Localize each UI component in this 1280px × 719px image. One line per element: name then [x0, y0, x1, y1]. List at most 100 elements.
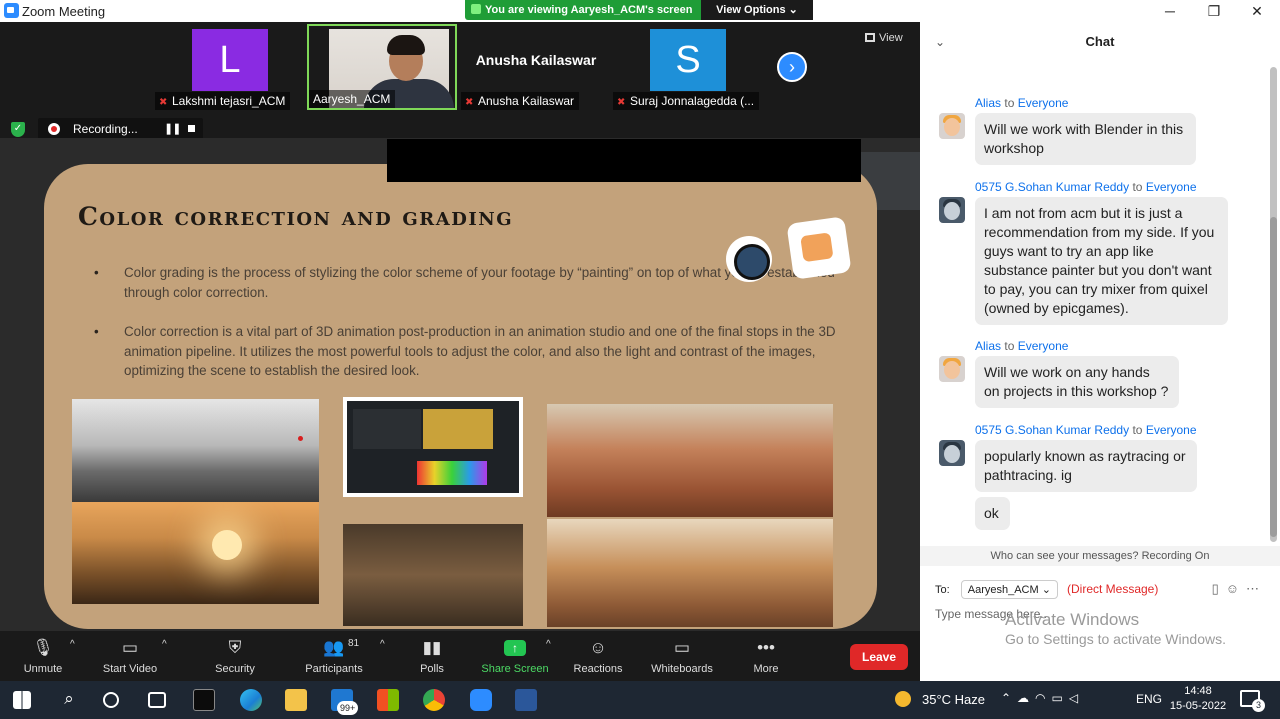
notification-icon[interactable]: 3 — [1240, 690, 1265, 712]
more-icon[interactable]: ⋯ — [1246, 581, 1266, 596]
direct-message-label: (Direct Message) — [1067, 582, 1159, 596]
recipient-row: To: Aaryesh_ACM ⌄ (Direct Message) — [935, 580, 1158, 599]
recording-indicator: Recording... ❚❚ — [38, 118, 203, 140]
message-bubble: ok — [975, 497, 1010, 530]
word-icon[interactable] — [515, 689, 537, 711]
chevron-down-icon[interactable]: ⌄ — [935, 22, 945, 62]
share-icon — [471, 4, 481, 14]
chevron-up-icon[interactable]: ^ — [380, 639, 385, 650]
windows-taskbar: ⌕ 99+ 35°C Haze ⌃☁◠▭◁ ENG 14:48 15-05-20… — [0, 681, 1280, 719]
video-off-icon: ▭ — [121, 638, 139, 657]
store-icon[interactable] — [377, 689, 399, 711]
slide-title: Color correction and grading — [78, 202, 514, 231]
avatar: S — [650, 29, 726, 91]
maximize-button[interactable]: ❐ — [1200, 2, 1228, 20]
emoji-icon[interactable]: ☺ — [1226, 581, 1246, 596]
grid-view-icon — [865, 33, 875, 42]
window-title: Zoom Meeting — [22, 4, 106, 19]
viewing-screen-banner: You are viewing Aaryesh_ACM's screen Vie… — [465, 0, 813, 20]
chat-scrollbar[interactable] — [1270, 67, 1277, 542]
stop-recording-button[interactable] — [188, 125, 195, 132]
mountain-image-before — [547, 404, 833, 517]
participant-tile[interactable]: Anusha Kailaswar ✖ Anusha Kailaswar — [461, 24, 611, 110]
zoom-app: Zoom Meeting ─ ❐ ✕ You are viewing Aarye… — [0, 0, 1280, 719]
sticker-image — [726, 236, 772, 282]
file-icon[interactable]: ▯ — [1212, 581, 1226, 596]
recipient-select[interactable]: Aaryesh_ACM ⌄ — [960, 580, 1058, 599]
bar-chart-icon: ▮▮ — [422, 638, 442, 657]
security-button[interactable]: ⛨ Security — [208, 631, 262, 681]
participant-name: Aaryesh_ACM — [309, 90, 396, 108]
redacted-area — [387, 139, 861, 182]
leave-button[interactable]: Leave — [850, 644, 908, 670]
start-video-button[interactable]: ▭ Start Video ^ — [98, 631, 167, 681]
zoom-taskbar-icon[interactable] — [470, 689, 492, 711]
minimize-button[interactable]: ─ — [1156, 2, 1184, 20]
share-screen-button[interactable]: ↑ Share Screen ^ — [480, 631, 550, 681]
file-explorer-icon[interactable] — [285, 689, 307, 711]
muted-mic-icon: ✖ — [159, 97, 168, 108]
sticker-image — [786, 216, 852, 280]
encryption-shield-icon[interactable]: ✓ — [11, 122, 25, 137]
color-grading-software-image — [343, 397, 523, 497]
search-icon[interactable]: ⌕ — [58, 689, 80, 711]
message-sender: 0575 G.Sohan Kumar Reddy to Everyone — [975, 423, 1197, 437]
cursor-dot — [298, 436, 303, 441]
participant-display-name: Anusha Kailaswar — [475, 52, 597, 68]
meeting-area: L ✖ Lakshmi tejasri_ACM Aaryesh_ACM Anush… — [0, 22, 920, 631]
participant-name: ✖ Suraj Jonnalagedda (... — [613, 92, 760, 110]
slide: Color correction and grading Color gradi… — [44, 164, 877, 629]
next-page-arrow-icon[interactable]: › — [777, 52, 807, 82]
viewing-text: You are viewing Aaryesh_ACM's screen — [485, 4, 693, 16]
slide-bullet: Color correction is a vital part of 3D a… — [94, 322, 844, 381]
unmute-button[interactable]: 🎙 Unmute ^ — [18, 631, 75, 681]
terminal-icon[interactable] — [193, 689, 215, 711]
reactions-button[interactable]: ☺ Reactions — [570, 631, 626, 681]
avatar — [939, 197, 965, 223]
chevron-up-icon[interactable]: ^ — [162, 639, 167, 650]
polls-button[interactable]: ▮▮ Polls — [412, 631, 452, 681]
scrollbar-thumb[interactable] — [1270, 217, 1277, 537]
cortana-icon[interactable] — [103, 692, 119, 708]
participant-tile[interactable]: S ✖ Suraj Jonnalagedda (... — [613, 24, 763, 110]
message-sender: Alias to Everyone — [975, 339, 1069, 353]
chevron-up-icon[interactable]: ^ — [70, 639, 75, 650]
message-bubble: I am not from acm but it is just a recom… — [975, 197, 1228, 325]
tray-icons[interactable]: ⌃☁◠▭◁ — [1001, 691, 1084, 705]
more-button[interactable]: ••• More — [746, 631, 786, 681]
mail-icon[interactable]: 99+ — [331, 689, 359, 715]
graded-landscape-image — [72, 502, 319, 604]
participants-button[interactable]: 👥 81 Participants ^ — [302, 631, 384, 681]
muted-mic-icon: 🎙 — [32, 638, 54, 657]
language-indicator[interactable]: ENG — [1136, 692, 1162, 706]
whiteboards-button[interactable]: ▭ Whiteboards — [646, 631, 718, 681]
chrome-icon[interactable] — [423, 689, 445, 711]
pause-recording-button[interactable]: ❚❚ — [164, 122, 181, 135]
close-button[interactable]: ✕ — [1243, 2, 1271, 20]
participant-name: ✖ Anusha Kailaswar — [461, 92, 580, 110]
participant-tile[interactable]: L ✖ Lakshmi tejasri_ACM — [155, 24, 305, 110]
message-bubble: Will we work with Blender in this worksh… — [975, 113, 1196, 165]
message-sender: Alias to Everyone — [975, 96, 1069, 110]
zoom-logo-icon — [4, 3, 19, 18]
view-options-button[interactable]: View Options ⌄ — [701, 0, 813, 20]
chevron-up-icon[interactable]: ^ — [546, 639, 551, 650]
weather-text[interactable]: 35°C Haze — [922, 692, 985, 707]
edge-icon[interactable] — [240, 689, 262, 711]
clock-time: 14:48 — [1184, 685, 1212, 697]
system-clock[interactable]: 14:48 15-05-2022 — [1168, 684, 1228, 714]
participant-tile-active-speaker[interactable]: Aaryesh_ACM — [307, 24, 457, 110]
weather-sun-icon — [895, 691, 911, 707]
who-can-see-link[interactable]: Who can see your messages? Recording On — [920, 546, 1280, 566]
task-view-icon[interactable] — [148, 692, 166, 708]
notification-count: 3 — [1252, 699, 1265, 712]
muted-mic-icon: ✖ — [465, 97, 474, 108]
animation-scene-image — [343, 524, 523, 626]
avatar — [939, 440, 965, 466]
chat-header: ⌄ Chat — [920, 22, 1280, 62]
message-sender: 0575 G.Sohan Kumar Reddy to Everyone — [975, 180, 1197, 194]
clock-date: 15-05-2022 — [1169, 700, 1227, 712]
view-button[interactable]: View — [865, 32, 903, 44]
windows-start-icon[interactable] — [13, 691, 31, 709]
record-icon — [48, 123, 60, 135]
